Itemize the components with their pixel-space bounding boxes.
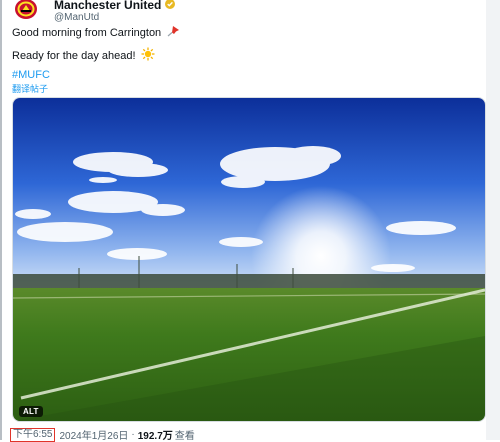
training-pitch-photo bbox=[13, 98, 485, 421]
tweet-time[interactable]: 下午6:55 bbox=[10, 427, 56, 442]
hashtag-link[interactable]: #MUFC bbox=[12, 69, 50, 81]
sun-icon bbox=[141, 47, 155, 64]
author-display-name[interactable]: Manchester United bbox=[54, 0, 161, 11]
window-border-left bbox=[0, 0, 2, 440]
tweet-photo[interactable]: ALT bbox=[12, 97, 486, 422]
club-crest-icon bbox=[15, 0, 37, 19]
alt-text-badge[interactable]: ALT bbox=[19, 406, 43, 417]
avatar[interactable] bbox=[12, 0, 40, 20]
tweet-header: Manchester United @ManUtd bbox=[12, 0, 176, 23]
author-name-row[interactable]: Manchester United bbox=[54, 0, 176, 11]
tweet-line-1: Good morning from Carrington bbox=[12, 25, 180, 40]
tweet-text-line-1: Good morning from Carrington bbox=[12, 26, 162, 39]
tweet-line-2: Ready for the day ahead! bbox=[12, 47, 155, 64]
author-handle[interactable]: @ManUtd bbox=[54, 12, 175, 23]
scrollbar-track[interactable] bbox=[486, 0, 500, 440]
pushpin-icon bbox=[166, 25, 180, 40]
translate-post-link[interactable]: 翻译帖子 bbox=[12, 82, 48, 95]
tweet-text-line-2: Ready for the day ahead! bbox=[12, 49, 136, 62]
verified-badge-icon bbox=[165, 0, 176, 11]
meta-separator-2: · bbox=[131, 429, 135, 440]
